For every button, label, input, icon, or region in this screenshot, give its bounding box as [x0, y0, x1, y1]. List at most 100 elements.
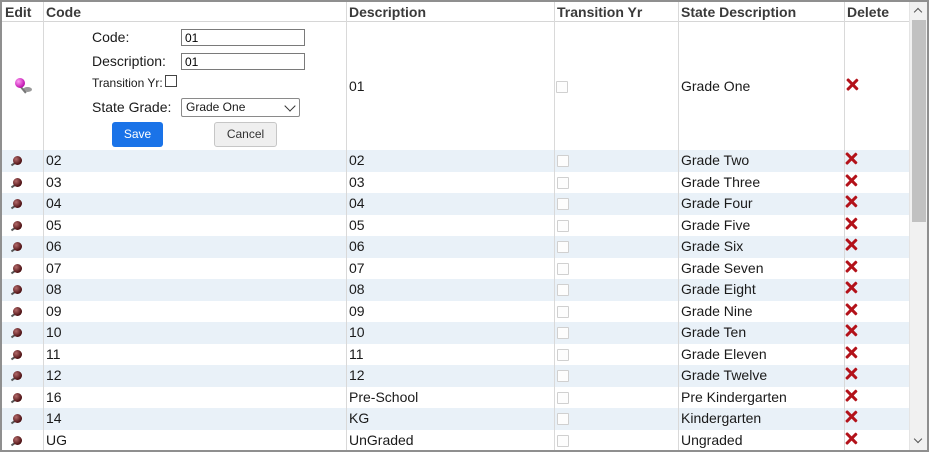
- transition-yr-checkbox[interactable]: [557, 348, 569, 361]
- code-label: Code:: [92, 29, 130, 45]
- edit-row: Code: Description: Transition Yr: State …: [2, 23, 909, 150]
- code-cell: 14: [46, 410, 62, 426]
- code-cell: 09: [46, 302, 62, 319]
- header-code[interactable]: Code: [43, 2, 346, 21]
- description-cell: 08: [349, 281, 365, 297]
- state-description-cell: Grade Eleven: [681, 345, 767, 362]
- state-description-cell: Kindergarten: [681, 410, 762, 426]
- delete-x-icon[interactable]: [845, 303, 857, 315]
- state-description-cell: Grade Ten: [681, 324, 747, 340]
- delete-x-icon[interactable]: [845, 389, 857, 401]
- code-cell: 02: [46, 152, 62, 168]
- pin-icon[interactable]: [10, 155, 23, 167]
- delete-x-icon[interactable]: [845, 152, 857, 164]
- transition-yr-checkbox[interactable]: [557, 219, 569, 232]
- description-cell: 06: [349, 238, 365, 254]
- delete-x-icon[interactable]: [845, 367, 857, 379]
- header-edit[interactable]: Edit: [2, 2, 43, 21]
- code-cell: 04: [46, 195, 62, 211]
- code-cell: 03: [46, 173, 62, 190]
- pin-icon[interactable]: [10, 370, 23, 382]
- edit-row-transition-checkbox[interactable]: [556, 81, 568, 93]
- state-description-cell: Grade Nine: [681, 302, 753, 319]
- description-cell: KG: [349, 410, 370, 426]
- header-state-description[interactable]: State Description: [678, 2, 844, 21]
- pin-icon[interactable]: [10, 263, 23, 275]
- pin-icon[interactable]: [10, 435, 23, 447]
- header-delete[interactable]: Delete: [844, 2, 909, 21]
- description-cell: 11: [349, 345, 364, 362]
- transition-yr-checkbox[interactable]: [557, 305, 569, 318]
- scroll-thumb[interactable]: [912, 20, 926, 222]
- scroll-up-icon[interactable]: [910, 2, 927, 19]
- state-description-cell: Ungraded: [681, 431, 743, 448]
- description-input[interactable]: [181, 53, 305, 70]
- code-input[interactable]: [181, 29, 305, 46]
- edit-row-state-description: Grade One: [681, 78, 751, 94]
- pin-icon[interactable]: [10, 413, 23, 425]
- table-row: 05 05 Grade Five: [2, 215, 909, 237]
- pin-icon[interactable]: [10, 177, 23, 189]
- state-description-cell: Grade Eight: [681, 281, 756, 297]
- chevron-down-icon: [284, 100, 296, 112]
- code-cell: 06: [46, 238, 62, 254]
- transition-yr-checkbox[interactable]: [557, 327, 569, 339]
- table-row: 14 KG Kindergarten: [2, 408, 909, 430]
- code-cell: 16: [46, 388, 62, 405]
- transition-yr-checkbox[interactable]: [557, 155, 569, 167]
- code-cell: 05: [46, 216, 62, 233]
- state-grade-selected: Grade One: [186, 100, 246, 114]
- code-cell: 11: [46, 345, 61, 362]
- transition-yr-checkbox[interactable]: [557, 370, 569, 382]
- delete-x-icon[interactable]: [845, 195, 857, 207]
- table-row: 04 04 Grade Four: [2, 193, 909, 215]
- delete-x-icon[interactable]: [845, 260, 857, 272]
- delete-x-icon[interactable]: [845, 346, 857, 358]
- scroll-down-icon[interactable]: [910, 433, 927, 450]
- description-cell: 07: [349, 259, 365, 276]
- transition-yr-checkbox[interactable]: [557, 391, 569, 404]
- delete-x-icon[interactable]: [845, 217, 857, 229]
- delete-x-icon[interactable]: [845, 432, 857, 444]
- table-row: 11 11 Grade Eleven: [2, 344, 909, 366]
- delete-x-icon[interactable]: [845, 174, 857, 186]
- state-grade-label: State Grade:: [92, 99, 172, 115]
- pin-icon[interactable]: [10, 284, 23, 296]
- delete-x-icon[interactable]: [845, 324, 857, 336]
- vertical-scrollbar[interactable]: [909, 2, 927, 450]
- transition-yr-checkbox[interactable]: [557, 198, 569, 210]
- delete-x-icon[interactable]: [845, 238, 857, 250]
- code-cell: 08: [46, 281, 62, 297]
- transition-yr-label: Transition Yr:: [92, 76, 163, 90]
- delete-x-icon[interactable]: [845, 410, 857, 422]
- pin-icon[interactable]: [10, 198, 23, 210]
- table-row: 12 12 Grade Twelve: [2, 365, 909, 387]
- table-row: 06 06 Grade Six: [2, 236, 909, 258]
- state-grade-select[interactable]: Grade One: [181, 98, 300, 117]
- table-row: 09 09 Grade Nine: [2, 301, 909, 323]
- transition-yr-checkbox[interactable]: [165, 75, 177, 87]
- pin-icon[interactable]: [10, 241, 23, 253]
- header-transition-yr[interactable]: Transition Yr: [554, 2, 678, 21]
- table-row: 02 02 Grade Two: [2, 150, 909, 172]
- transition-yr-checkbox[interactable]: [557, 413, 569, 425]
- pin-icon[interactable]: [10, 306, 23, 318]
- transition-yr-checkbox[interactable]: [557, 176, 569, 189]
- transition-yr-checkbox[interactable]: [557, 262, 569, 275]
- delete-x-icon[interactable]: [845, 281, 857, 293]
- pin-icon[interactable]: [10, 220, 23, 232]
- delete-x-icon[interactable]: [846, 78, 858, 90]
- grid-frame: Edit Code Description Transition Yr Stat…: [0, 0, 929, 452]
- transition-yr-checkbox[interactable]: [557, 284, 569, 296]
- transition-yr-checkbox[interactable]: [557, 241, 569, 253]
- state-description-cell: Grade Seven: [681, 259, 764, 276]
- save-button[interactable]: Save: [112, 122, 163, 147]
- table-row: 08 08 Grade Eight: [2, 279, 909, 301]
- cancel-button[interactable]: Cancel: [214, 122, 277, 147]
- pin-icon[interactable]: [10, 349, 23, 361]
- transition-yr-checkbox[interactable]: [557, 434, 569, 447]
- pin-icon[interactable]: [10, 392, 23, 404]
- description-cell: 09: [349, 302, 365, 319]
- pin-icon[interactable]: [10, 327, 23, 339]
- header-description[interactable]: Description: [346, 2, 554, 21]
